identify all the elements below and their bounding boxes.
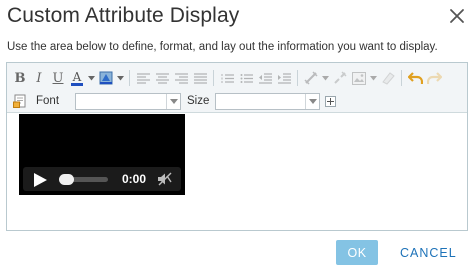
clear-format-button[interactable] (379, 69, 397, 87)
size-label: Size (187, 95, 210, 107)
justify-icon (193, 72, 207, 84)
link-icon (304, 71, 318, 85)
mute-button[interactable] (157, 172, 173, 191)
font-color-swatch (71, 82, 83, 86)
plus-icon (327, 97, 335, 105)
dialog-title: Custom Attribute Display (7, 4, 240, 27)
chevron-down-icon (369, 75, 377, 80)
play-button[interactable] (34, 173, 47, 192)
align-left-button[interactable] (134, 69, 152, 87)
font-color-button[interactable]: A (68, 69, 86, 87)
eraser-icon (382, 72, 395, 85)
unordered-list-icon (240, 73, 253, 83)
insert-field-button[interactable] (11, 92, 29, 110)
toolbar-row-formatting: B I U A (11, 68, 444, 88)
indent-button[interactable] (275, 69, 293, 87)
insert-field-icon (13, 94, 26, 108)
toolbar-divider (129, 70, 130, 86)
toolbar-row-font: Font Size (11, 91, 337, 111)
indent-icon (277, 72, 291, 84)
ordered-list-icon (221, 73, 234, 83)
image-icon (352, 71, 366, 85)
outdent-button[interactable] (256, 69, 274, 87)
italic-button[interactable]: I (30, 69, 48, 87)
justify-button[interactable] (191, 69, 209, 87)
ok-button[interactable]: OK (336, 240, 378, 265)
align-center-button[interactable] (153, 69, 171, 87)
progress-thumb[interactable] (59, 174, 74, 185)
play-icon (34, 173, 47, 187)
chevron-down-icon (87, 75, 95, 80)
insert-link-dropdown[interactable] (321, 69, 329, 87)
align-right-icon (174, 72, 188, 84)
expand-toolbar-button[interactable] (325, 95, 337, 107)
close-icon[interactable] (449, 8, 465, 24)
font-color-icon: A (72, 69, 82, 84)
size-select[interactable] (215, 92, 321, 110)
align-center-icon (155, 72, 169, 84)
undo-button[interactable] (406, 69, 424, 87)
close-button[interactable] (449, 8, 465, 24)
instructions-text: Use the area below to define, format, an… (7, 41, 438, 53)
cancel-button[interactable]: CANCEL (394, 240, 460, 265)
rich-text-editor[interactable]: B I U A Font Size 0:00 (6, 62, 468, 231)
highlight-color-icon (99, 71, 113, 85)
bold-icon: B (14, 70, 26, 86)
underline-button[interactable]: U (49, 69, 67, 87)
font-label: Font (36, 95, 60, 107)
size-select-arrow[interactable] (305, 93, 319, 109)
outdent-icon (258, 72, 272, 84)
insert-image-dropdown[interactable] (369, 69, 377, 87)
highlight-color-button[interactable] (97, 69, 115, 87)
italic-icon: I (36, 70, 42, 86)
redo-button[interactable] (425, 69, 443, 87)
ordered-list-button[interactable] (218, 69, 236, 87)
highlight-color-dropdown[interactable] (116, 69, 124, 87)
bold-button[interactable]: B (11, 69, 29, 87)
insert-image-button[interactable] (350, 69, 368, 87)
redo-icon (426, 71, 442, 84)
undo-icon (407, 71, 423, 84)
toolbar-divider (401, 70, 402, 86)
align-right-button[interactable] (172, 69, 190, 87)
font-select-arrow[interactable] (166, 93, 180, 109)
mute-icon (158, 172, 172, 186)
video-player[interactable]: 0:00 (19, 114, 185, 195)
unlink-icon (334, 71, 347, 84)
toolbar-divider (297, 70, 298, 86)
font-color-dropdown[interactable] (87, 69, 95, 87)
toolbar-divider (213, 70, 214, 86)
chevron-down-icon (321, 75, 329, 80)
chevron-down-icon (308, 98, 317, 104)
chevron-down-icon (116, 75, 124, 80)
progress-slider[interactable] (59, 174, 108, 185)
chevron-down-icon (169, 98, 178, 104)
insert-link-button[interactable] (302, 69, 320, 87)
unordered-list-button[interactable] (237, 69, 255, 87)
remove-link-button[interactable] (331, 69, 349, 87)
underline-icon: U (52, 70, 64, 86)
media-controls: 0:00 (23, 167, 181, 191)
editor-toolbar: B I U A Font Size (7, 63, 467, 113)
playback-time: 0:00 (122, 172, 147, 186)
font-select[interactable] (75, 92, 182, 110)
align-left-icon (136, 72, 150, 84)
